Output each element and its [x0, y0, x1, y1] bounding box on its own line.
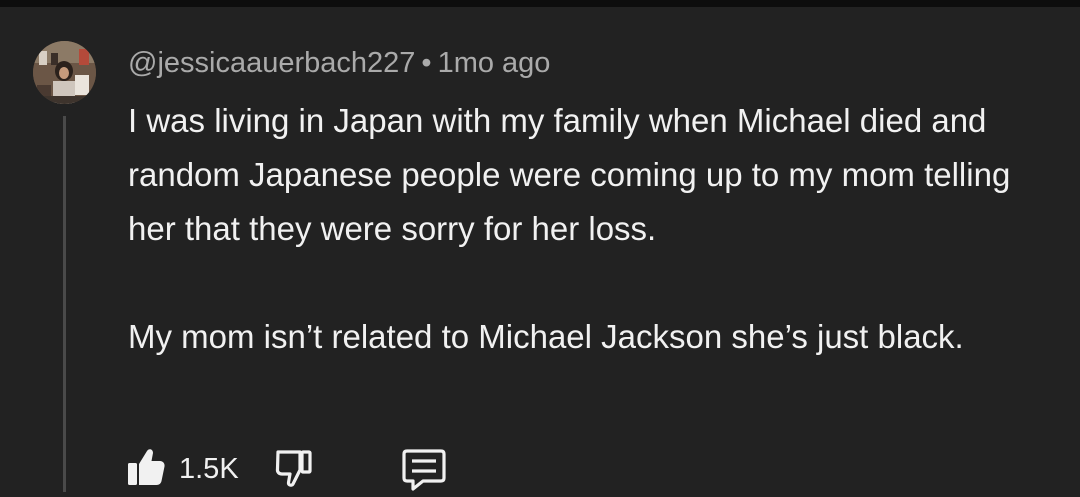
comment-timestamp[interactable]: 1mo ago: [438, 47, 551, 79]
thread-line: [63, 116, 66, 492]
comment-actions: 1.5K: [126, 444, 486, 492]
comment-paragraph: I was living in Japan with my family whe…: [128, 102, 1011, 247]
avatar-image: [33, 41, 96, 104]
avatar[interactable]: [33, 41, 96, 104]
comment-meta: @jessicaauerbach227 • 1mo ago: [128, 44, 550, 82]
thumbs-down-icon[interactable]: [274, 448, 314, 493]
thumbs-up-icon[interactable]: [126, 447, 166, 492]
like-count: 1.5K: [179, 453, 239, 485]
meta-separator: •: [421, 47, 432, 79]
reply-comment-icon[interactable]: [401, 448, 447, 497]
comment-paragraph: My mom isn’t related to Michael Jackson …: [128, 318, 964, 355]
top-divider: [0, 0, 1080, 7]
author-handle[interactable]: @jessicaauerbach227: [128, 47, 415, 79]
comment-body: I was living in Japan with my family whe…: [128, 94, 1048, 364]
